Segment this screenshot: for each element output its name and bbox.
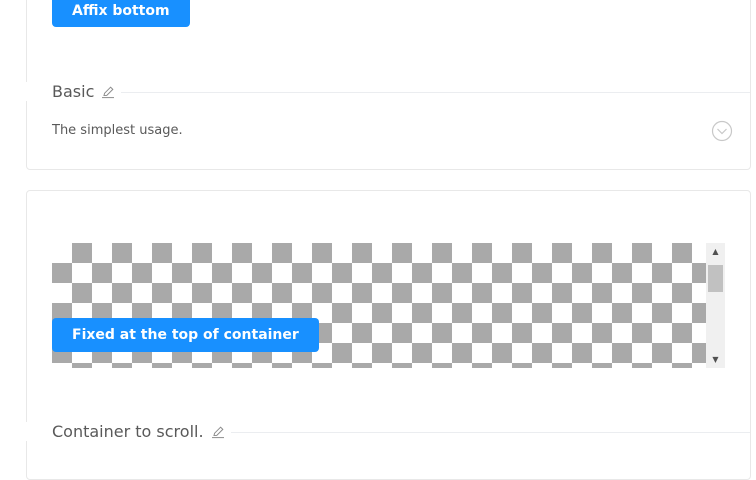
basic-demo-title: Basic bbox=[26, 82, 122, 101]
fixed-top-button[interactable]: Fixed at the top of container bbox=[52, 318, 319, 352]
vertical-scrollbar[interactable]: ▲ ▼ bbox=[706, 243, 725, 368]
scroll-container[interactable]: Fixed at the top of container ▲ ▼ bbox=[52, 243, 725, 368]
basic-demo-card: Affix bottom Basic The simplest usage. bbox=[26, 0, 751, 170]
edit-icon[interactable] bbox=[101, 85, 115, 99]
container-demo-title: Container to scroll. bbox=[26, 422, 231, 441]
scroll-up-arrow-icon[interactable]: ▲ bbox=[706, 243, 725, 260]
basic-demo-title-text: Basic bbox=[52, 82, 95, 101]
scroll-down-arrow-icon[interactable]: ▼ bbox=[706, 351, 725, 368]
expand-code-icon[interactable] bbox=[711, 120, 733, 142]
affix-bottom-button[interactable]: Affix bottom bbox=[52, 0, 190, 27]
container-demo-title-text: Container to scroll. bbox=[52, 422, 204, 441]
scrollbar-thumb[interactable] bbox=[708, 265, 723, 292]
edit-icon[interactable] bbox=[211, 425, 225, 439]
basic-demo-divider bbox=[27, 92, 750, 93]
basic-demo-description: The simplest usage. bbox=[52, 123, 183, 138]
